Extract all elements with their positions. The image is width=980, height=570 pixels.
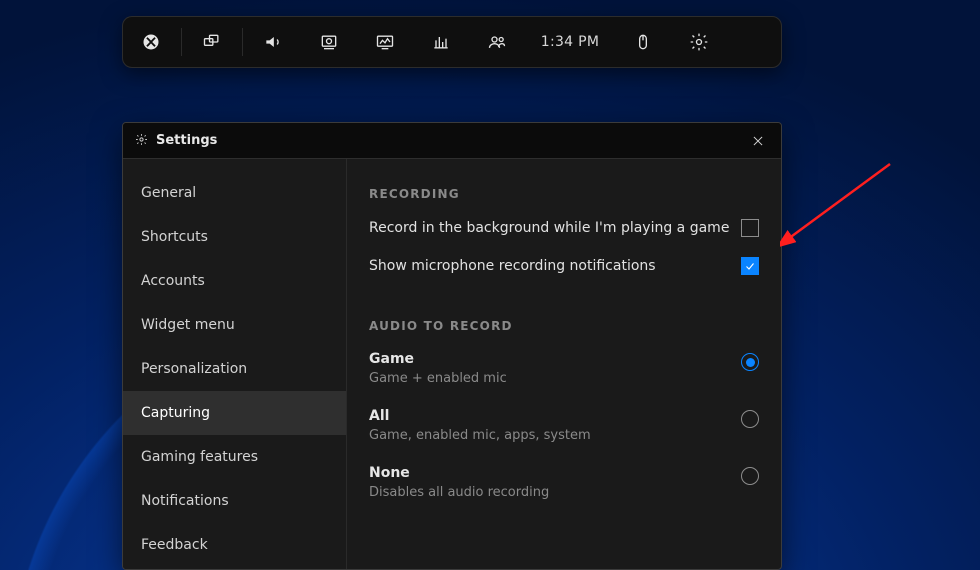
settings-content: RECORDING Record in the background while… [347,159,781,569]
radio-audio-game[interactable] [741,353,759,371]
sidebar-item-label: Gaming features [141,449,258,465]
option-title: All [369,408,591,424]
mouse-icon[interactable] [615,17,671,67]
sidebar-item-general[interactable]: General [123,171,346,215]
game-bar-toolbar: 1:34 PM [122,16,782,68]
social-icon[interactable] [469,17,525,67]
close-button[interactable] [747,130,769,152]
settings-sidebar: General Shortcuts Accounts Widget menu P… [123,159,347,569]
clock-text: 1:34 PM [541,34,600,50]
resources-icon[interactable] [413,17,469,67]
xbox-icon[interactable] [123,17,179,67]
section-title-audio: AUDIO TO RECORD [369,319,759,333]
window-title: Settings [156,133,217,148]
sidebar-item-accounts[interactable]: Accounts [123,259,346,303]
sidebar-item-label: Personalization [141,361,247,377]
option-title: Game [369,351,507,367]
sidebar-item-gaming-features[interactable]: Gaming features [123,435,346,479]
audio-icon[interactable] [245,17,301,67]
sidebar-item-label: Notifications [141,493,229,509]
divider [242,28,243,56]
sidebar-item-shortcuts[interactable]: Shortcuts [123,215,346,259]
sidebar-item-label: Feedback [141,537,208,553]
sidebar-item-capturing[interactable]: Capturing [123,391,346,435]
sidebar-item-label: Widget menu [141,317,235,333]
sidebar-item-label: Accounts [141,273,205,289]
option-subtitle: Game, enabled mic, apps, system [369,428,591,443]
option-title: None [369,465,549,481]
settings-icon[interactable] [671,17,727,67]
capture-icon[interactable] [301,17,357,67]
gear-icon [135,131,148,150]
settings-window: Settings General Shortcuts Accounts Widg… [122,122,782,570]
checkbox-record-background[interactable] [741,219,759,237]
sidebar-item-personalization[interactable]: Personalization [123,347,346,391]
sidebar-item-feedback[interactable]: Feedback [123,523,346,567]
annotation-arrow [780,159,900,259]
checkbox-show-mic-notifications[interactable] [741,257,759,275]
widgets-icon[interactable] [184,17,240,67]
audio-option-all: All Game, enabled mic, apps, system [369,408,759,443]
divider [181,28,182,56]
radio-audio-all[interactable] [741,410,759,428]
sidebar-item-label: Shortcuts [141,229,208,245]
window-titlebar: Settings [123,123,781,159]
option-record-background: Record in the background while I'm playi… [369,219,759,237]
sidebar-item-widget-menu[interactable]: Widget menu [123,303,346,347]
sidebar-item-label: Capturing [141,405,210,421]
clock: 1:34 PM [525,17,615,67]
performance-icon[interactable] [357,17,413,67]
option-subtitle: Game + enabled mic [369,371,507,386]
radio-audio-none[interactable] [741,467,759,485]
audio-option-none: None Disables all audio recording [369,465,759,500]
sidebar-item-label: General [141,185,196,201]
option-label: Show microphone recording notifications [369,258,656,274]
option-subtitle: Disables all audio recording [369,485,549,500]
section-title-recording: RECORDING [369,187,759,201]
sidebar-item-notifications[interactable]: Notifications [123,479,346,523]
option-label: Record in the background while I'm playi… [369,220,729,236]
option-show-mic-notifications: Show microphone recording notifications [369,257,759,275]
audio-option-game: Game Game + enabled mic [369,351,759,386]
